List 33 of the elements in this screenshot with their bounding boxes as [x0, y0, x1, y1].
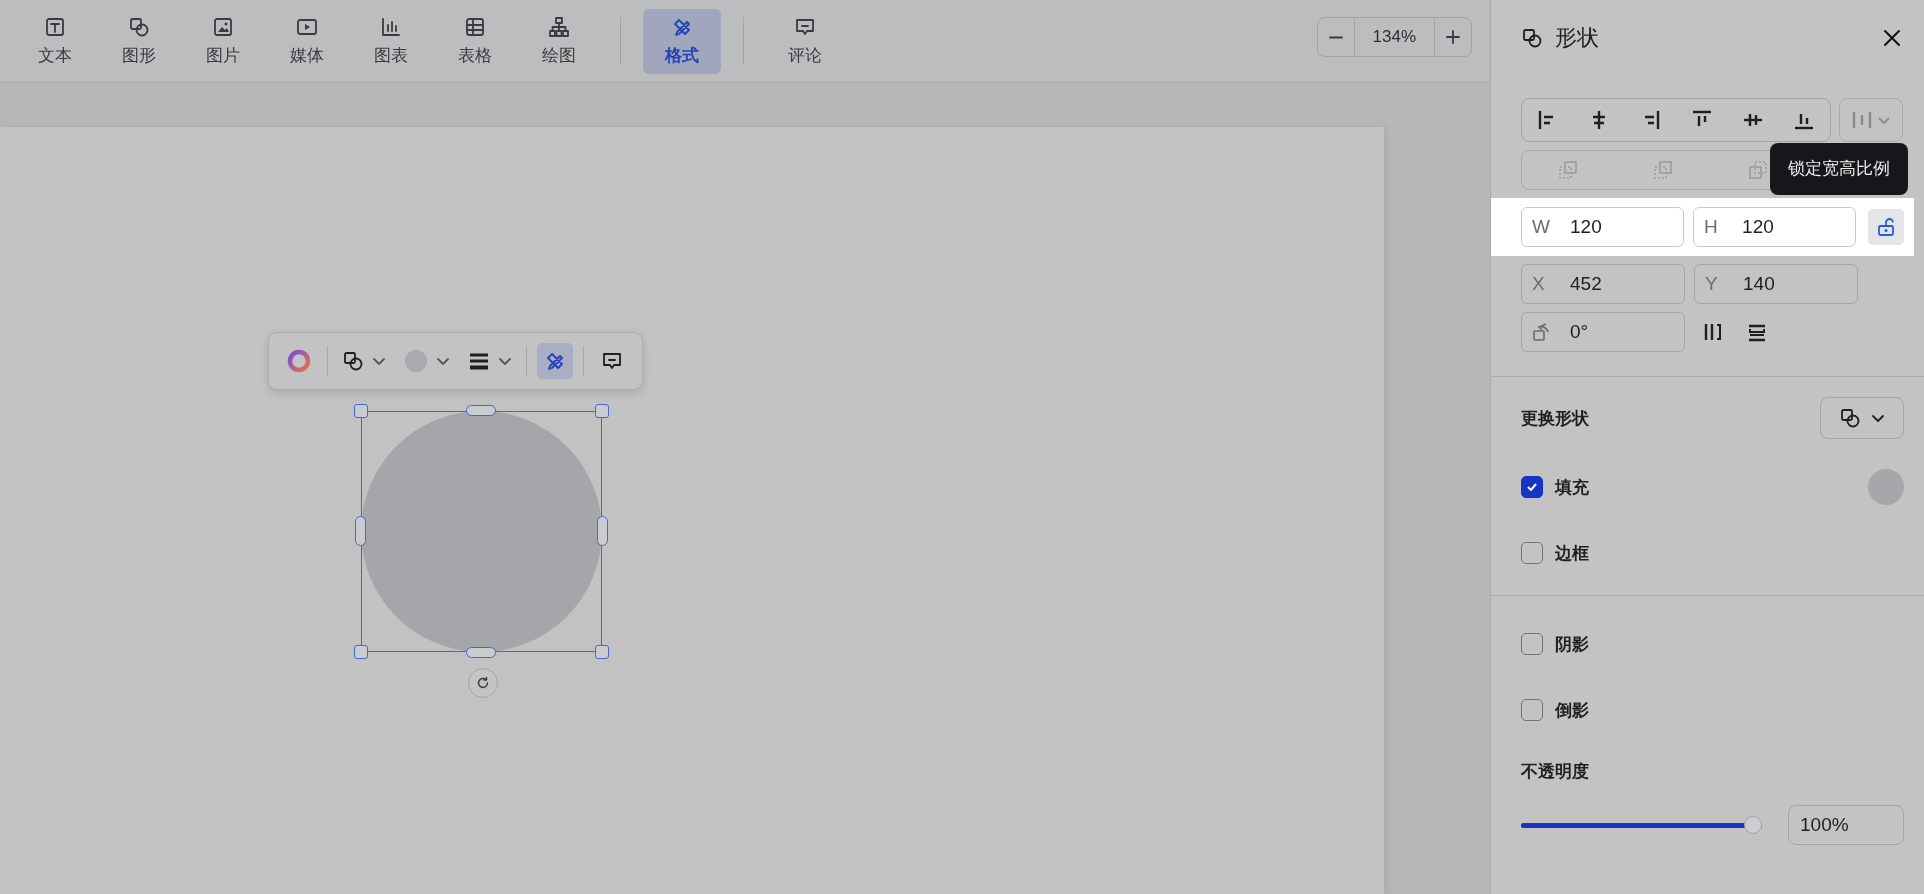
height-field[interactable]: H 120	[1693, 207, 1857, 247]
field-label: Y	[1705, 273, 1719, 295]
checkbox-label: 填充	[1555, 476, 1589, 499]
section-label: 更换形状	[1521, 407, 1589, 430]
toolbar-tab[interactable]: 图片	[184, 8, 262, 74]
tooltip: 锁定宽高比例	[1770, 143, 1908, 195]
toolbar-tab[interactable]: 媒体	[268, 8, 346, 74]
field-value: 120	[1742, 216, 1774, 238]
toolbar-tab[interactable]: 文本	[16, 8, 94, 74]
rotation-field[interactable]: 0°	[1521, 312, 1685, 352]
checkbox-label: 阴影	[1555, 633, 1589, 656]
field-value: 140	[1743, 273, 1775, 295]
field-label: W	[1532, 216, 1551, 238]
checkbox-label: 倒影	[1555, 699, 1589, 722]
toolbar-tab[interactable]: 绘图	[520, 8, 598, 74]
toolbar-tab[interactable]: 格式	[643, 8, 721, 74]
field-label: X	[1532, 273, 1546, 295]
width-field[interactable]: W 120	[1521, 207, 1685, 247]
zoom-value: 134%	[1353, 18, 1435, 56]
field-value: 452	[1570, 273, 1602, 295]
field-value: 0°	[1570, 321, 1589, 343]
field-label: H	[1704, 216, 1719, 238]
x-field[interactable]: X 452	[1521, 264, 1685, 304]
y-field[interactable]: Y 140	[1694, 264, 1858, 304]
toolbar-tab[interactable]: 图表	[352, 8, 430, 74]
toolbar-tab[interactable]: 图形	[100, 8, 178, 74]
checkbox-label: 边框	[1555, 542, 1589, 565]
toolbar-tab[interactable]: 评论	[766, 8, 844, 74]
field-value: 120	[1570, 216, 1602, 238]
section-label: 不透明度	[1521, 761, 1590, 783]
panel-title: 形状	[1555, 24, 1600, 52]
toolbar-tab[interactable]: 表格	[436, 8, 514, 74]
opacity-field[interactable]: 100%	[1788, 805, 1904, 845]
